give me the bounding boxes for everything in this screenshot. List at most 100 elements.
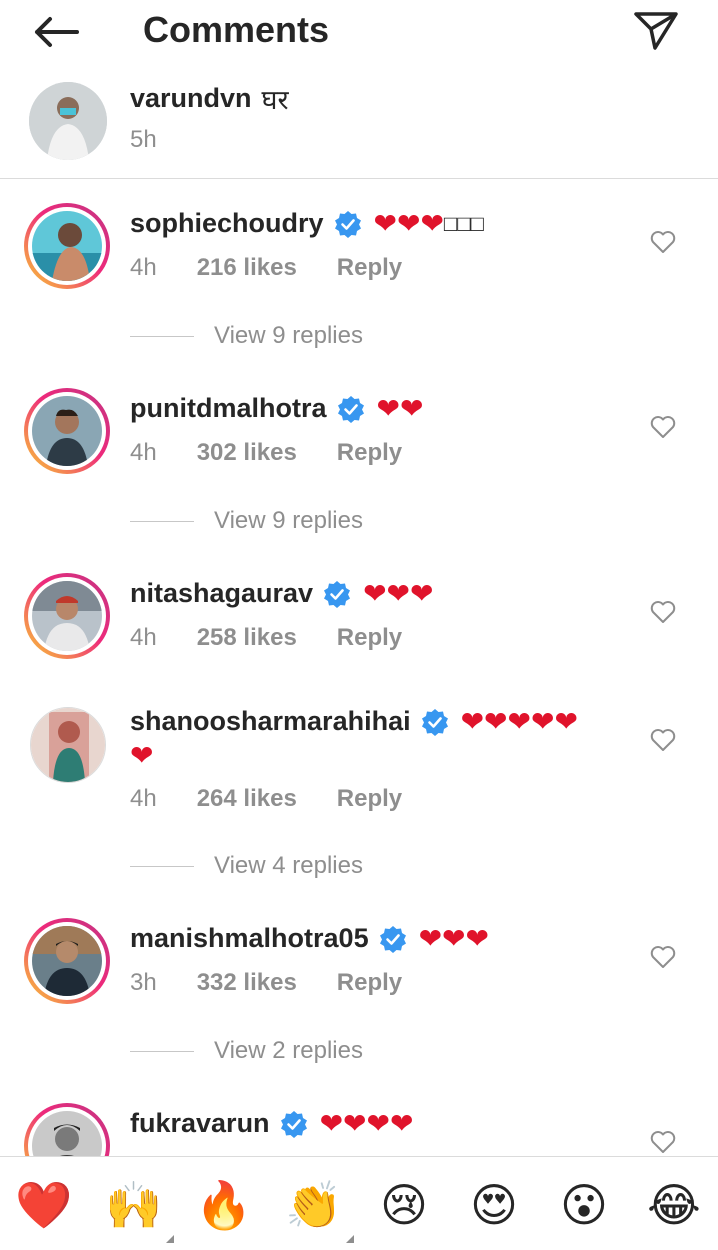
avatar (32, 926, 102, 996)
avatar (32, 581, 102, 651)
view-replies-label: View 2 replies (214, 1037, 363, 1064)
variants-indicator-icon (166, 1235, 174, 1243)
like-heart-icon[interactable] (646, 410, 680, 444)
comment-likes[interactable]: 302 likes (197, 439, 297, 467)
view-replies-button[interactable]: View 2 replies (130, 1037, 363, 1065)
commenter-username[interactable]: punitdmalhotra (130, 393, 327, 424)
reply-button[interactable]: Reply (337, 785, 402, 813)
emoji-quick-bar: ❤️ 🙌 🔥 👏 😢 😍 😮 😂 (0, 1156, 718, 1250)
commenter-username[interactable]: manishmalhotra05 (130, 923, 369, 954)
verified-badge-icon (324, 580, 351, 608)
view-replies-label: View 9 replies (214, 507, 363, 534)
like-heart-icon[interactable] (646, 940, 680, 974)
comment-time: 4h (130, 439, 157, 466)
caption-text: varundvn घर (130, 80, 289, 117)
comment-header: shanoosharmarahihai ❤❤❤❤❤ (130, 705, 578, 738)
commenter-username[interactable]: sophiechoudry (130, 208, 324, 239)
avatar (30, 707, 106, 783)
caption-time: 5h (130, 126, 157, 153)
comment-text-continued: ❤ (130, 740, 154, 771)
back-button[interactable] (30, 10, 82, 54)
comment-likes[interactable]: 216 likes (197, 254, 297, 282)
like-heart-icon[interactable] (646, 723, 680, 757)
comment-text: ❤❤ (376, 393, 424, 424)
comment-time: 4h (130, 785, 157, 812)
replies-line (130, 1050, 194, 1052)
send-icon (634, 12, 678, 50)
raising-hands-emoji[interactable]: 🙌 (104, 1175, 174, 1243)
tears-of-joy-emoji[interactable]: 😂 (644, 1175, 704, 1235)
avatar (32, 396, 102, 466)
reply-button[interactable]: Reply (337, 254, 402, 282)
caption-body: घर (261, 85, 289, 116)
comment-text: ❤❤❤❤ (319, 1108, 414, 1139)
comment-text: ❤❤❤ (373, 208, 444, 239)
comment-header: punitdmalhotra ❤❤ (130, 392, 423, 425)
verified-badge-icon (337, 395, 364, 423)
comment-header: sophiechoudry ❤❤❤ □□□ (130, 207, 484, 240)
avatar (29, 82, 107, 160)
comment-time: 4h (130, 624, 157, 651)
back-arrow-icon (35, 17, 79, 47)
clapping-hands-emoji[interactable]: 👏 (284, 1175, 354, 1243)
commenter-username[interactable]: fukravarun (130, 1108, 270, 1139)
comment-meta: 4h 258 likes Reply (130, 624, 402, 652)
like-heart-icon[interactable] (646, 225, 680, 259)
caption-row: varundvn घर 5h (0, 66, 718, 178)
reply-button[interactable]: Reply (337, 624, 402, 652)
commenter-username[interactable]: shanoosharmarahihai (130, 706, 411, 737)
comment-likes[interactable]: 264 likes (197, 785, 297, 813)
commenter-avatar[interactable] (28, 705, 108, 785)
comment-likes[interactable]: 258 likes (197, 624, 297, 652)
comment-meta: 4h 216 likes Reply (130, 254, 402, 282)
comment-meta: 3h 332 likes Reply (130, 969, 402, 997)
commenter-avatar[interactable] (24, 388, 110, 474)
share-button[interactable] (628, 6, 684, 56)
raising-hands-glyph: 🙌 (105, 1178, 163, 1232)
view-replies-button[interactable]: View 9 replies (130, 507, 363, 535)
surprised-face-emoji[interactable]: 😮 (554, 1175, 614, 1235)
verified-badge-icon (379, 925, 406, 953)
caption-divider (0, 178, 718, 179)
replies-line (130, 520, 194, 522)
comment-likes[interactable]: 332 likes (197, 969, 297, 997)
clapping-hands-glyph: 👏 (285, 1178, 343, 1232)
header-bar: Comments (0, 0, 718, 62)
comment-text: ❤❤❤❤❤ (460, 706, 578, 737)
comment-time: 3h (130, 969, 157, 996)
view-replies-button[interactable]: View 9 replies (130, 322, 363, 350)
page-title: Comments (143, 9, 330, 50)
caption-meta: 5h (130, 126, 197, 154)
red-heart-emoji[interactable]: ❤️ (14, 1175, 74, 1235)
comment-time: 4h (130, 254, 157, 281)
like-heart-icon[interactable] (646, 1125, 680, 1159)
comment-header: nitashagaurav ❤❤❤ (130, 577, 433, 610)
reply-button[interactable]: Reply (337, 439, 402, 467)
fire-emoji[interactable]: 🔥 (194, 1175, 254, 1235)
comment-text: ❤❤❤ (363, 578, 434, 609)
commenter-username[interactable]: nitashagaurav (130, 578, 313, 609)
caption-username[interactable]: varundvn (130, 83, 252, 114)
comment-text-line2: ❤ (130, 739, 153, 772)
comment-text: ❤❤❤ (418, 923, 489, 954)
replies-line (130, 865, 194, 867)
verified-badge-icon (334, 210, 361, 238)
view-replies-label: View 9 replies (214, 322, 363, 349)
comment-text-extra: □□□ (443, 210, 484, 236)
comment-header: fukravarun ❤❤❤❤ (130, 1107, 413, 1140)
comment-meta: 4h 302 likes Reply (130, 439, 402, 467)
reply-button[interactable]: Reply (337, 969, 402, 997)
commenter-avatar[interactable] (24, 918, 110, 1004)
variants-indicator-icon (346, 1235, 354, 1243)
verified-badge-icon (280, 1110, 307, 1138)
crying-face-emoji[interactable]: 😢 (374, 1175, 434, 1235)
heart-eyes-emoji[interactable]: 😍 (464, 1175, 524, 1235)
caption-avatar[interactable] (27, 80, 109, 162)
like-heart-icon[interactable] (646, 595, 680, 629)
avatar (32, 211, 102, 281)
view-replies-button[interactable]: View 4 replies (130, 852, 363, 880)
replies-line (130, 335, 194, 337)
commenter-avatar[interactable] (24, 203, 110, 289)
verified-badge-icon (421, 708, 448, 736)
commenter-avatar[interactable] (24, 573, 110, 659)
